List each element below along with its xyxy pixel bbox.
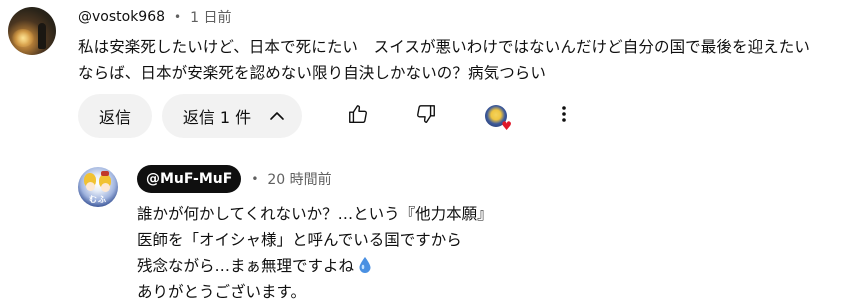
avatar-glow xyxy=(12,29,34,47)
creator-heart-icon: ♥ xyxy=(501,119,512,133)
reply-button-label: 返信 xyxy=(98,108,131,127)
reply-header: @MuF-MuF • 20 時間前 xyxy=(137,164,332,194)
comment-line-2: ならば、日本が安楽死を認めない限り自決しかないの？病気つらい xyxy=(78,64,547,82)
comment-author[interactable]: @vostok968 xyxy=(78,9,165,25)
commenter-avatar[interactable] xyxy=(8,7,56,55)
comment-time[interactable]: 1 日前 xyxy=(190,7,231,27)
avatar-character-face xyxy=(101,183,110,192)
reply-line-3: 残念ながら…まぁ無理ですよね xyxy=(137,257,355,275)
comment-body: 私は安楽死したいけど、日本で死にたい スイスが悪いわけではないんだけど自分の国で… xyxy=(78,34,848,86)
reply-line-2: 医師を「オイシャ様」と呼んでいる国ですから xyxy=(137,231,462,249)
comment-thread: @vostok968 • 1 日前 私は安楽死したいけど、日本で死にたい スイス… xyxy=(0,0,853,307)
creator-handle-badge[interactable]: @MuF-MuF xyxy=(137,165,242,193)
creator-heart-button[interactable]: ♥ xyxy=(478,98,514,134)
creator-avatar-small: ♥ xyxy=(485,105,512,132)
droplet-icon xyxy=(358,256,372,282)
like-button[interactable] xyxy=(340,98,376,134)
reply-body: 誰かが何かしてくれないか？…という『他力本願』 医師を「オイシャ様」と呼んでいる… xyxy=(137,201,837,305)
chevron-up-icon xyxy=(269,108,285,124)
reply-button[interactable]: 返信 xyxy=(78,94,152,138)
more-actions-button[interactable] xyxy=(546,98,582,134)
reply-time[interactable]: 20 時間前 xyxy=(267,169,331,189)
avatar-caption: むふ xyxy=(89,195,107,204)
comment-header: @vostok968 • 1 日前 xyxy=(78,6,231,28)
thumbs-up-icon xyxy=(347,103,369,129)
reply-line-4: ありがとうございます。 xyxy=(137,283,306,301)
thumbs-down-icon xyxy=(415,103,437,129)
reply-line-3-container: 残念ながら…まぁ無理ですよね xyxy=(137,253,837,279)
avatar-character-face xyxy=(86,182,95,191)
comment-action-bar: 返信 返信 1 件 ♥ xyxy=(78,94,598,138)
more-vert-icon xyxy=(554,104,574,128)
avatar-character-bow xyxy=(101,171,109,176)
header-separator: • xyxy=(251,172,259,186)
replies-count-label: 返信 1 件 xyxy=(182,108,252,127)
comment-line-1: 私は安楽死したいけど、日本で死にたい スイスが悪いわけではないんだけど自分の国で… xyxy=(78,38,810,56)
dislike-button[interactable] xyxy=(408,98,444,134)
reply-author-avatar[interactable]: むふ xyxy=(78,167,118,207)
replies-toggle-button[interactable]: 返信 1 件 xyxy=(162,94,302,138)
avatar-figure xyxy=(38,23,46,49)
header-separator: • xyxy=(174,10,182,24)
reply-line-1: 誰かが何かしてくれないか？…という『他力本願』 xyxy=(137,205,493,223)
